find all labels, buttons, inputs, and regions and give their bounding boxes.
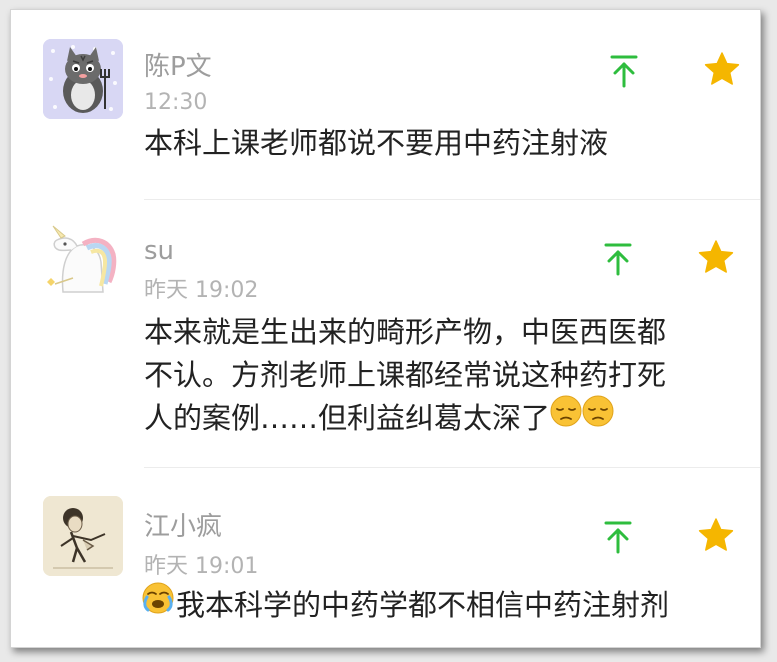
comment-text-fragment: 我本科学的中药学都不相信中药注射剂 — [176, 588, 670, 622]
cat-avatar-icon — [43, 39, 123, 119]
comment-text-line: 本科上课老师都说不要用中药注射液 — [144, 126, 609, 160]
pensive-face-emoji — [550, 395, 582, 439]
avatar[interactable] — [43, 496, 123, 576]
comment-item: 江小疯 昨天 19:01 我本科学的中药学都不相信中药注射剂 — [11, 468, 760, 647]
upvote-icon[interactable] — [603, 520, 633, 554]
comment-author[interactable]: su — [144, 238, 174, 264]
star-icon[interactable] — [704, 52, 740, 86]
upvote-icon[interactable] — [609, 54, 639, 88]
crying-face-emoji — [142, 582, 174, 626]
comment-text-line: 人的案例……但利益纠葛太深了 — [144, 395, 666, 440]
comment-text-fragment: 人的案例……但利益纠葛太深了 — [144, 401, 551, 435]
avatar[interactable] — [43, 39, 123, 119]
comment-time: 12:30 — [144, 90, 208, 115]
unicorn-avatar-icon — [43, 222, 123, 302]
comment-author[interactable]: 江小疯 — [144, 514, 222, 540]
comment-text-line: 本来就是生出来的畸形产物，中医西医都 — [144, 315, 667, 349]
comment-text: 我本科学的中药学都不相信中药注射剂 — [142, 582, 670, 627]
pensive-face-emoji — [582, 395, 614, 439]
comment-time: 昨天 19:01 — [144, 554, 259, 579]
comment-time: 昨天 19:02 — [144, 278, 259, 303]
sketch-person-avatar-icon — [43, 496, 123, 576]
avatar[interactable] — [43, 222, 123, 302]
comment-text: 本来就是生出来的畸形产物，中医西医都 不认。方剂老师上课都经常说这种药打死 人的… — [144, 311, 666, 440]
comment-text-line: 不认。方剂老师上课都经常说这种药打死 — [144, 358, 667, 392]
comment-author[interactable]: 陈P文 — [144, 54, 212, 80]
comment-text-line: 我本科学的中药学都不相信中药注射剂 — [142, 582, 670, 627]
star-icon[interactable] — [698, 240, 734, 274]
comment-item: su 昨天 19:02 本来就是生出来的畸形产物，中医西医都 不认。方剂老师上课… — [11, 200, 760, 468]
comment-item: 陈P文 12:30 本科上课老师都说不要用中药注射液 — [11, 10, 760, 200]
comment-list: 陈P文 12:30 本科上课老师都说不要用中药注射液 su 昨天 19:02 本… — [10, 9, 761, 648]
star-icon[interactable] — [698, 518, 734, 552]
upvote-icon[interactable] — [603, 242, 633, 276]
comment-text: 本科上课老师都说不要用中药注射液 — [144, 122, 608, 165]
